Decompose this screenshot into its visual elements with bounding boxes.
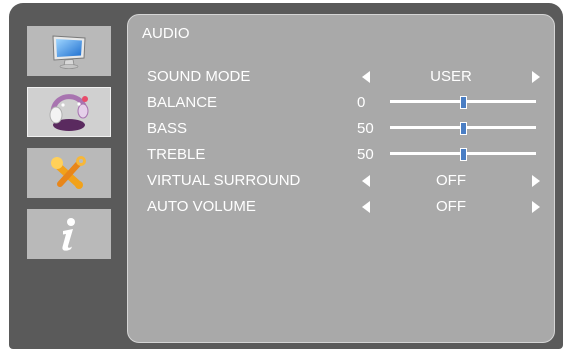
menu-row-label: BALANCE bbox=[147, 94, 218, 111]
numeric-value: 50 bbox=[357, 120, 374, 137]
arrow-left-icon[interactable] bbox=[362, 71, 370, 83]
slider-knob[interactable] bbox=[460, 148, 467, 161]
menu-row-treble[interactable]: TREBLE 50 bbox=[128, 142, 556, 168]
menu-row-virtual-surround[interactable]: VIRTUAL SURROUND OFF bbox=[128, 168, 556, 194]
arrow-right-icon[interactable] bbox=[532, 71, 540, 83]
treble-slider[interactable] bbox=[390, 148, 536, 161]
audio-panel: AUDIO SOUND MODE USER BALANCE 0 BASS 50 … bbox=[127, 14, 555, 343]
tools-icon bbox=[48, 154, 90, 192]
numeric-value: 0 bbox=[357, 94, 366, 111]
menu-row-label: AUTO VOLUME bbox=[147, 198, 256, 215]
balance-slider[interactable] bbox=[390, 96, 536, 109]
menu-row-label: VIRTUAL SURROUND bbox=[147, 172, 301, 189]
bass-slider[interactable] bbox=[390, 122, 536, 135]
menu-row-auto-volume[interactable]: AUTO VOLUME OFF bbox=[128, 194, 556, 220]
option-value: OFF bbox=[436, 198, 466, 215]
menu-row-sound-mode[interactable]: SOUND MODE USER bbox=[128, 64, 556, 90]
info-icon bbox=[54, 215, 84, 253]
option-value: USER bbox=[430, 68, 472, 85]
menu-row-bass[interactable]: BASS 50 bbox=[128, 116, 556, 142]
monitor-icon bbox=[49, 32, 89, 70]
option-value: OFF bbox=[436, 172, 466, 189]
menu-row-label: BASS bbox=[147, 120, 188, 137]
numeric-value: 50 bbox=[357, 146, 374, 163]
sidebar-item-info[interactable] bbox=[27, 209, 111, 259]
arrow-left-icon[interactable] bbox=[362, 175, 370, 187]
slider-knob[interactable] bbox=[460, 122, 467, 135]
panel-title: AUDIO bbox=[142, 25, 190, 42]
sidebar-item-picture[interactable] bbox=[27, 26, 111, 76]
arrow-right-icon[interactable] bbox=[532, 201, 540, 213]
arrow-right-icon[interactable] bbox=[532, 175, 540, 187]
sidebar-item-setup[interactable] bbox=[27, 148, 111, 198]
sidebar-item-audio[interactable] bbox=[27, 87, 111, 137]
audio-icon bbox=[43, 91, 95, 133]
menu-row-balance[interactable]: BALANCE 0 bbox=[128, 90, 556, 116]
menu-row-label: SOUND MODE bbox=[147, 68, 251, 85]
menu-row-label: TREBLE bbox=[147, 146, 206, 163]
arrow-left-icon[interactable] bbox=[362, 201, 370, 213]
slider-knob[interactable] bbox=[460, 96, 467, 109]
